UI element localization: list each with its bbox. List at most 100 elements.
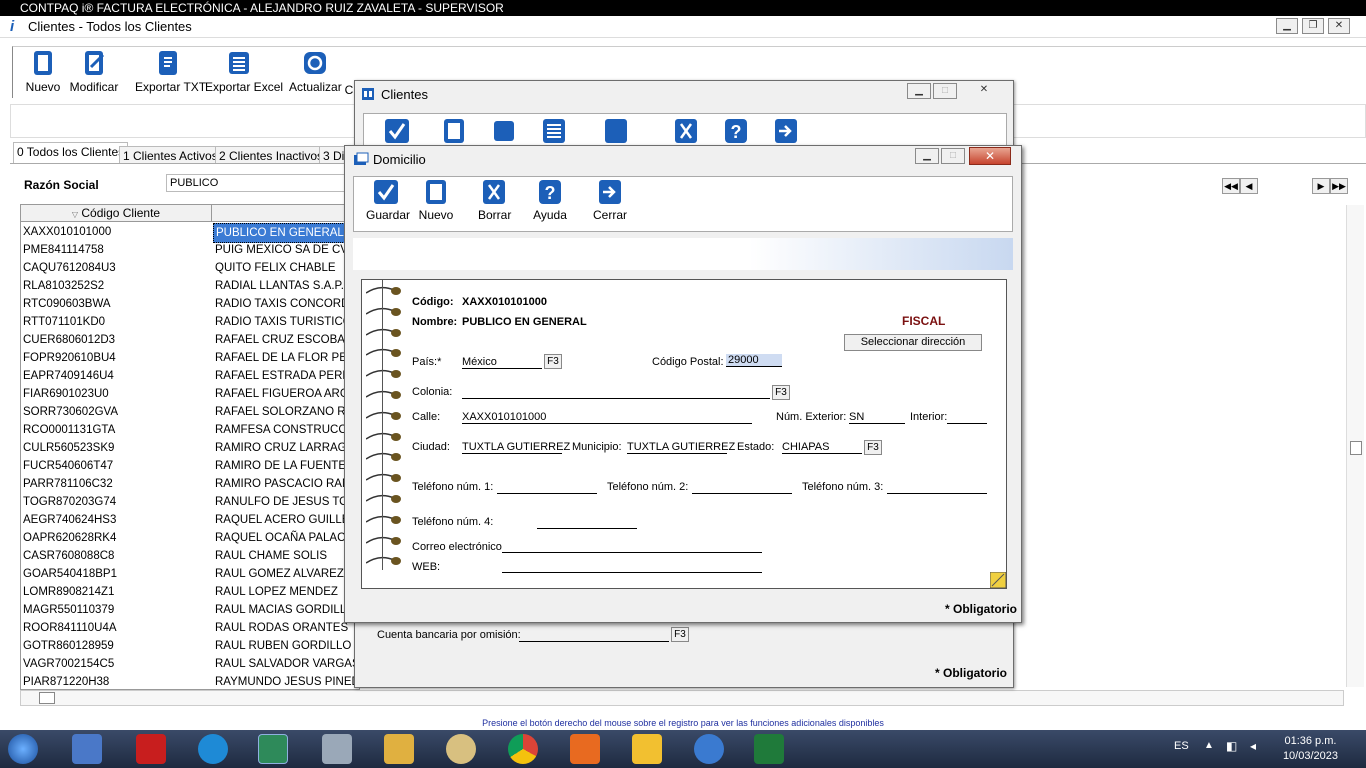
first-record-button[interactable]: ◀◀ bbox=[1222, 178, 1240, 194]
file-explorer-icon[interactable] bbox=[384, 734, 414, 764]
estado-f3-button[interactable]: F3 bbox=[864, 440, 882, 455]
excel-icon[interactable] bbox=[754, 734, 784, 764]
seleccionar-direccion-button[interactable]: Seleccionar dirección bbox=[844, 334, 982, 351]
telefono-1-field[interactable] bbox=[497, 481, 597, 494]
nuevo-domicilio-button[interactable]: Nuevo bbox=[418, 179, 454, 222]
table-row[interactable]: PIAR871220H38 RAYMUNDO JESUS PINEDA bbox=[21, 673, 361, 691]
razon-social-input[interactable]: PUBLICO bbox=[166, 174, 356, 192]
domicilio-close-button[interactable]: ✕ bbox=[969, 147, 1011, 165]
table-row[interactable]: CAQU7612084U3 QUITO FELIX CHABLE bbox=[21, 259, 361, 277]
nuevo-button[interactable]: Nuevo bbox=[25, 49, 61, 94]
correo-field[interactable] bbox=[502, 540, 762, 553]
clientes-minimize-button[interactable]: ▁ bbox=[907, 83, 931, 99]
exportar-txt-button[interactable]: Exportar TXT bbox=[135, 49, 206, 94]
sticky-notes-icon[interactable] bbox=[632, 734, 662, 764]
volume-icon[interactable]: ◂ bbox=[1250, 739, 1256, 753]
codigo-cell: CAQU7612084U3 bbox=[23, 262, 116, 274]
table-row[interactable]: RCO0001131GTA RAMFESA CONSTRUCCIO bbox=[21, 421, 361, 439]
tray-arrow-icon[interactable]: ▲ bbox=[1204, 740, 1214, 751]
table-row[interactable]: GOTR860128959 RAUL RUBEN GORDILLO T bbox=[21, 637, 361, 655]
table-row[interactable]: PARR781106C32 RAMIRO PASCACIO RAMI bbox=[21, 475, 361, 493]
table-row[interactable]: OAPR620628RK4 RAQUEL OCAÑA PALACIO bbox=[21, 529, 361, 547]
media-player-icon[interactable] bbox=[72, 734, 102, 764]
contpaq-app-icon[interactable] bbox=[258, 734, 288, 764]
municipio-field[interactable]: TUXTLA GUTIERREZ bbox=[627, 441, 735, 454]
telefono-3-field[interactable] bbox=[887, 481, 987, 494]
tab-todos[interactable]: 0 Todos los Clientes bbox=[13, 142, 129, 164]
actualizar-button[interactable]: Actualizar bbox=[289, 49, 342, 94]
domicilio-minimize-button[interactable]: ▁ bbox=[915, 148, 939, 164]
network-icon[interactable]: ◧ bbox=[1226, 739, 1237, 753]
table-row[interactable]: FIAR6901023U0 RAFAEL FIGUEROA ARG bbox=[21, 385, 361, 403]
cerrar-button[interactable]: Cerrar bbox=[592, 179, 628, 222]
codigo-column-header[interactable]: ▽ Código Cliente bbox=[21, 205, 212, 222]
telefono-4-field[interactable] bbox=[537, 516, 637, 529]
table-row[interactable]: CUER6806012D3 RAFAEL CRUZ ESCOBAR bbox=[21, 331, 361, 349]
table-row[interactable]: CASR7608088C8 RAUL CHAME SOLIS bbox=[21, 547, 361, 565]
codigo-cell: CASR7608088C8 bbox=[23, 550, 115, 562]
tab-inactivos[interactable]: 2 Clientes Inactivos bbox=[215, 146, 328, 164]
table-row[interactable]: GOAR540418BP1 RAUL GOMEZ ALVAREZ bbox=[21, 565, 361, 583]
table-row[interactable]: VAGR7002154C5 RAUL SALVADOR VARGAS bbox=[21, 655, 361, 673]
web-field[interactable] bbox=[502, 560, 762, 573]
calle-field[interactable]: XAXX010101000 bbox=[462, 411, 752, 424]
clock[interactable]: 01:36 p.m. 10/03/2023 bbox=[1283, 734, 1338, 764]
vertical-scroll-thumb[interactable] bbox=[1350, 441, 1362, 455]
start-button[interactable] bbox=[8, 734, 38, 764]
borrar-button[interactable]: Borrar bbox=[478, 179, 511, 222]
edge-browser-icon[interactable] bbox=[198, 734, 228, 764]
cuenta-bancaria-field[interactable] bbox=[519, 629, 669, 642]
calculator-icon[interactable] bbox=[322, 734, 352, 764]
modificar-button[interactable]: Modificar bbox=[69, 49, 119, 94]
language-indicator[interactable]: ES bbox=[1174, 740, 1189, 752]
horizontal-scroll-thumb[interactable] bbox=[39, 692, 55, 704]
table-row[interactable]: PME841114758 PUIG MEXICO SA DE CV bbox=[21, 241, 361, 259]
table-row[interactable]: RLA8103252S2 RADIAL LLANTAS S.A.P.I. bbox=[21, 277, 361, 295]
exportar-excel-button[interactable]: Exportar Excel bbox=[205, 49, 283, 94]
chart-app-icon[interactable] bbox=[570, 734, 600, 764]
vertical-scrollbar[interactable] bbox=[1346, 205, 1364, 687]
table-row[interactable]: EAPR7409146U4 RAFAEL ESTRADA PEREZ bbox=[21, 367, 361, 385]
next-record-button[interactable]: ▶ bbox=[1312, 178, 1330, 194]
pais-field[interactable]: México bbox=[462, 356, 542, 369]
estado-field[interactable]: CHIAPAS bbox=[782, 441, 862, 454]
table-row[interactable]: ROOR841110U4A RAUL RODAS ORANTES bbox=[21, 619, 361, 637]
restore-button[interactable]: ❐ bbox=[1302, 18, 1324, 34]
horizontal-scrollbar[interactable] bbox=[20, 690, 1344, 706]
tab-activos[interactable]: 1 Clientes Activos bbox=[119, 146, 222, 164]
ciudad-field[interactable]: TUXTLA GUTIERREZ bbox=[462, 441, 570, 454]
num-exterior-field[interactable]: SN bbox=[849, 411, 905, 424]
domicilio-maximize-button[interactable]: □ bbox=[941, 148, 965, 164]
minimize-button[interactable]: ▁ bbox=[1276, 18, 1298, 34]
table-row[interactable]: XAXX010101000 PUBLICO EN GENERAL bbox=[21, 223, 361, 243]
chrome-browser-icon[interactable] bbox=[508, 734, 538, 764]
last-record-button[interactable]: ▶▶ bbox=[1330, 178, 1348, 194]
clientes-close-button[interactable]: ✕ bbox=[965, 83, 1003, 99]
codigo-postal-field[interactable]: 29000 bbox=[726, 354, 782, 367]
paint-icon[interactable] bbox=[446, 734, 476, 764]
colonia-f3-button[interactable]: F3 bbox=[772, 385, 790, 400]
table-row[interactable]: TOGR870203G74 RANULFO DE JESUS TOL bbox=[21, 493, 361, 511]
cuenta-f3-button[interactable]: F3 bbox=[671, 627, 689, 642]
pdf-reader-icon[interactable] bbox=[136, 734, 166, 764]
interior-field[interactable] bbox=[947, 411, 987, 424]
pais-f3-button[interactable]: F3 bbox=[544, 354, 562, 369]
table-row[interactable]: RTC090603BWA RADIO TAXIS CONCORD bbox=[21, 295, 361, 313]
colonia-field[interactable] bbox=[462, 386, 770, 399]
table-row[interactable]: SORR730602GVA RAFAEL SOLORZANO RU bbox=[21, 403, 361, 421]
ayuda-button[interactable]: ? Ayuda bbox=[532, 179, 568, 222]
table-row[interactable]: MAGR550110379 RAUL MACIAS GORDILLO bbox=[21, 601, 361, 619]
table-row[interactable]: LOMR8908214Z1 RAUL LOPEZ MENDEZ bbox=[21, 583, 361, 601]
prev-record-button[interactable]: ◀ bbox=[1240, 178, 1258, 194]
nombre-column-header[interactable] bbox=[212, 205, 354, 222]
table-row[interactable]: CULR560523SK9 RAMIRO CRUZ LARRAGA bbox=[21, 439, 361, 457]
clientes-maximize-button[interactable]: □ bbox=[933, 83, 957, 99]
telefono-2-field[interactable] bbox=[692, 481, 792, 494]
table-row[interactable]: FOPR920610BU4 RAFAEL DE LA FLOR PER bbox=[21, 349, 361, 367]
table-row[interactable]: AEGR740624HS3 RAQUEL ACERO GUILLEN bbox=[21, 511, 361, 529]
guardar-button[interactable]: Guardar bbox=[366, 179, 410, 222]
triangle-app-icon[interactable] bbox=[694, 734, 724, 764]
table-row[interactable]: RTT071101KD0 RADIO TAXIS TURISTICO bbox=[21, 313, 361, 331]
close-button[interactable]: ✕ bbox=[1328, 18, 1350, 34]
table-row[interactable]: FUCR540606T47 RAMIRO DE LA FUENTE bbox=[21, 457, 361, 475]
